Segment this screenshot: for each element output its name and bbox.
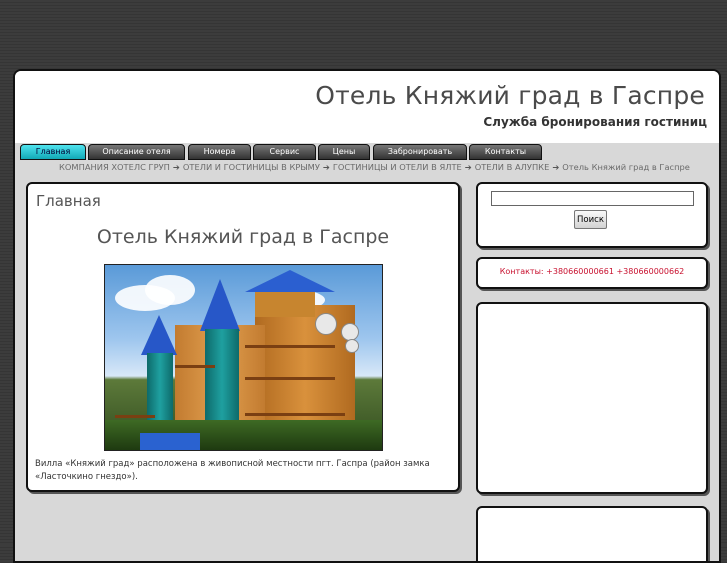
- nav-item-description[interactable]: Описание отеля: [88, 144, 185, 160]
- nav-item-prices[interactable]: Цены: [318, 144, 370, 160]
- breadcrumb-separator-icon: ➔: [322, 162, 330, 172]
- search-panel: Поиск: [476, 182, 708, 248]
- breadcrumb-link-yalta[interactable]: ГОСТИНИЦЫ И ОТЕЛИ В ЯЛТЕ: [333, 162, 462, 172]
- nav-item-home[interactable]: Главная: [20, 144, 86, 160]
- breadcrumb-link-company[interactable]: КОМПАНИЯ ХОТЕЛС ГРУП: [59, 162, 170, 172]
- main-content-panel: Главная Отель Княжий град в Гаспре Вилла…: [26, 182, 460, 492]
- breadcrumb: КОМПАНИЯ ХОТЕЛС ГРУП ➔ ОТЕЛИ И ГОСТИНИЦЫ В…: [59, 162, 690, 172]
- hotel-photo: [104, 264, 383, 451]
- nav-item-service[interactable]: Сервис: [253, 144, 316, 160]
- breadcrumb-separator-icon: ➔: [172, 162, 180, 172]
- sidebar-blank-panel-bottom: [476, 506, 708, 561]
- page-container: Отель Княжий град в Гаспре Служба бронир…: [13, 69, 721, 563]
- breadcrumb-separator-icon: ➔: [552, 162, 560, 172]
- content-heading: Главная: [36, 192, 101, 210]
- sidebar-blank-panel: [476, 302, 708, 494]
- breadcrumb-link-alupka[interactable]: ОТЕЛИ В АЛУПКЕ: [475, 162, 550, 172]
- search-button[interactable]: Поиск: [574, 210, 607, 229]
- search-input[interactable]: [491, 191, 694, 206]
- hotel-description: Вилла «Княжий град» расположена в живопи…: [35, 459, 430, 482]
- site-header: Отель Княжий град в Гаспре Служба бронир…: [15, 71, 719, 143]
- breadcrumb-separator-icon: ➔: [464, 162, 472, 172]
- site-subtitle: Служба бронирования гостиниц: [483, 115, 707, 129]
- contacts-panel: Контакты: +380660000661 +380660000662: [476, 257, 708, 289]
- contacts-text: Контакты: +380660000661 +380660000662: [499, 267, 685, 276]
- nav-item-contacts[interactable]: Контакты: [469, 144, 542, 160]
- breadcrumb-link-crimea[interactable]: ОТЕЛИ И ГОСТИНИЦЫ В КРЫМУ: [183, 162, 320, 172]
- breadcrumb-current: Отель Княжий град в Гаспре: [562, 162, 690, 172]
- nav-item-rooms[interactable]: Номера: [188, 144, 251, 160]
- hotel-title: Отель Княжий град в Гаспре: [96, 226, 390, 248]
- site-title: Отель Княжий град в Гаспре: [315, 81, 705, 110]
- nav-item-booking[interactable]: Забронировать: [373, 144, 467, 160]
